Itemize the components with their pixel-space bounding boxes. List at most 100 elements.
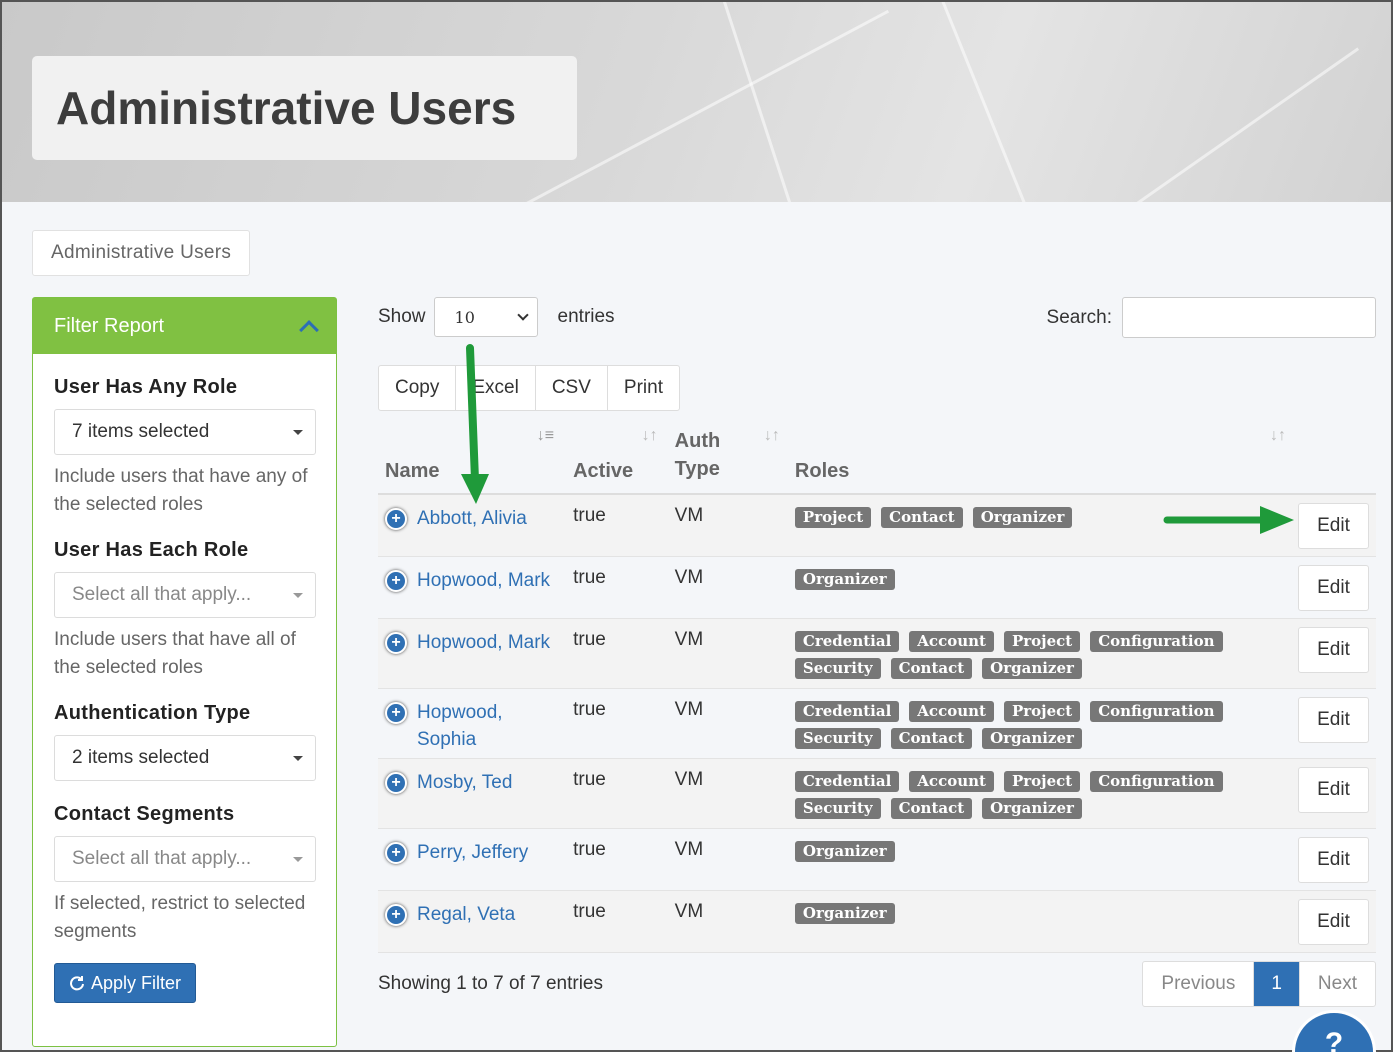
caret-down-icon (293, 856, 303, 862)
entries-label: entries (557, 306, 615, 327)
chevron-down-icon (516, 309, 529, 321)
filter-help: Include users that have all of the selec… (54, 629, 296, 678)
cell-auth-type: VM (667, 890, 788, 953)
role-badge: Credential (794, 630, 900, 652)
cell-auth-type: VM (667, 556, 788, 619)
sort-asc-icon: ↓≡ (536, 427, 555, 444)
role-badge: Contact (890, 727, 973, 749)
role-badge: Project (794, 507, 872, 528)
cell-active: true (566, 890, 668, 953)
cell-auth-type: VM (667, 494, 788, 557)
filter-help: If selected, restrict to selected segmen… (54, 893, 306, 942)
user-name-link[interactable]: Mosby, Ted (417, 769, 512, 796)
expand-row-icon[interactable]: + (385, 701, 407, 724)
annotation-arrow-right (1163, 506, 1294, 534)
user-name-link[interactable]: Regal, Veta (417, 901, 515, 928)
user-name-link[interactable]: Hopwood, Mark (417, 567, 550, 594)
next-button[interactable]: Next (1298, 962, 1375, 1006)
chevron-up-icon[interactable] (299, 320, 319, 340)
cell-roles: Credential Account Project Configuration Sec… (787, 618, 1291, 689)
cell-roles: Credential Account Project Configuration Sec… (787, 688, 1291, 759)
role-badge: Account (909, 700, 994, 722)
edit-button[interactable]: Edit (1298, 626, 1369, 673)
edit-button[interactable]: Edit (1298, 564, 1369, 611)
export-buttons: Copy Excel CSV Print (378, 365, 680, 411)
role-badge: Contact (890, 797, 973, 819)
page-1-button[interactable]: 1 (1253, 962, 1299, 1006)
length-value: 10 (454, 307, 475, 327)
expand-row-icon[interactable]: + (385, 569, 407, 592)
previous-button[interactable]: Previous (1143, 962, 1253, 1006)
column-label: Auth Type (674, 430, 721, 480)
cell-name: + Regal, Veta (378, 890, 567, 953)
help-icon: ? (1324, 1027, 1344, 1052)
user-name-link[interactable]: Hopwood, Mark (417, 629, 550, 656)
role-badge: Project (1003, 770, 1081, 792)
edit-button[interactable]: Edit (1298, 503, 1369, 549)
expand-row-icon[interactable]: + (385, 841, 407, 864)
expand-row-icon[interactable]: + (385, 508, 407, 530)
show-label: Show (378, 306, 426, 327)
print-button[interactable]: Print (608, 366, 679, 410)
role-badge: Configuration (1090, 630, 1223, 652)
filter-panel: Filter Report User Has Any Role 7 items … (32, 297, 337, 1047)
cell-name: + Perry, Jeffery (378, 828, 567, 891)
edit-button[interactable]: Edit (1298, 836, 1369, 883)
cell-name: + Hopwood, Mark (378, 618, 567, 689)
role-badge: Account (909, 770, 994, 792)
table-row: + Mosby, Ted true VM Credential Account Pr… (378, 758, 1376, 829)
apply-filter-button[interactable]: Apply Filter (54, 963, 197, 1003)
edit-button[interactable]: Edit (1298, 766, 1369, 813)
expand-row-icon[interactable]: + (385, 631, 407, 654)
user-name-link[interactable]: Hopwood, Sophia (417, 699, 559, 753)
csv-button[interactable]: CSV (536, 366, 608, 410)
contact-segments-select[interactable]: Select all that apply... (54, 836, 316, 882)
role-badge: Organizer (982, 797, 1082, 819)
edit-button[interactable]: Edit (1298, 696, 1369, 743)
annotation-arrow-down (461, 344, 489, 504)
cell-roles: Organizer (787, 556, 1291, 619)
each-role-select[interactable]: Select all that apply... (54, 572, 316, 618)
filter-label: User Has Each Role (54, 539, 249, 561)
edit-button[interactable]: Edit (1298, 898, 1369, 945)
filter-header-label: Filter Report (54, 314, 165, 337)
caret-down-icon (293, 429, 303, 435)
column-header-active[interactable]: Active ↓↑ (566, 427, 668, 495)
breadcrumb[interactable]: Administrative Users (32, 230, 251, 276)
auth-type-select[interactable]: 2 items selected (54, 735, 316, 781)
search-input[interactable] (1122, 297, 1376, 338)
copy-button[interactable]: Copy (379, 366, 457, 410)
cell-roles: Credential Account Project Configuration Sec… (787, 758, 1291, 829)
column-label: Active (573, 460, 634, 482)
cell-name: + Mosby, Ted (378, 758, 567, 829)
select-value: 2 items selected (72, 747, 210, 768)
page-title: Administrative Users (56, 82, 517, 134)
role-badge: Security (794, 727, 881, 749)
cell-roles: Organizer (787, 828, 1291, 891)
column-header-auth-type[interactable]: Auth Type ↓↑ (667, 427, 788, 495)
cell-active: true (566, 828, 668, 891)
cell-auth-type: VM (667, 688, 788, 759)
select-value: 7 items selected (72, 421, 210, 442)
cell-active: true (566, 618, 668, 689)
filter-header[interactable]: Filter Report (33, 298, 336, 354)
user-name-link[interactable]: Perry, Jeffery (417, 839, 528, 866)
role-badge: Organizer (794, 902, 895, 924)
search-label: Search: (1046, 306, 1112, 328)
expand-row-icon[interactable]: + (385, 771, 407, 794)
pagination: Previous 1 Next (1142, 961, 1376, 1007)
expand-row-icon[interactable]: + (385, 903, 407, 926)
role-badge: Organizer (982, 657, 1082, 679)
help-widget-button[interactable]: ? (1292, 1010, 1376, 1052)
filter-help: Include users that have any of the selec… (54, 466, 308, 515)
length-control: Show 10 entries (378, 297, 615, 337)
cell-actions: Edit (1290, 494, 1376, 557)
entries-length-select[interactable]: 10 (433, 297, 538, 337)
sort-icon: ↓↑ (641, 427, 658, 444)
filter-label: Authentication Type (54, 702, 251, 724)
column-header-roles[interactable]: Roles ↓↑ (787, 427, 1291, 495)
any-role-select[interactable]: 7 items selected (54, 409, 316, 455)
role-badge: Project (1003, 700, 1081, 722)
filter-any-role: User Has Any Role 7 items selected Inclu… (54, 376, 316, 519)
role-badge: Organizer (982, 727, 1082, 749)
